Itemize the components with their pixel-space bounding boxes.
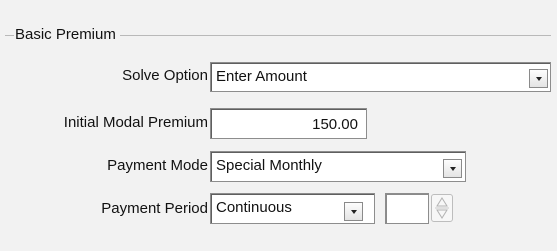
payment-period-select[interactable]: Continuous xyxy=(210,193,375,224)
initial-modal-premium-label: Initial Modal Premium xyxy=(63,114,208,131)
spinner-up-down-icon[interactable] xyxy=(431,194,453,222)
chevron-down-icon[interactable] xyxy=(344,202,363,221)
initial-modal-premium-value: 150.00 xyxy=(312,116,358,133)
solve-option-select[interactable]: Enter Amount xyxy=(210,62,551,92)
payment-mode-label: Payment Mode xyxy=(107,157,208,174)
solve-option-value: Enter Amount xyxy=(216,68,307,85)
payment-mode-value: Special Monthly xyxy=(216,157,322,174)
payment-period-label: Payment Period xyxy=(101,200,208,217)
group-title: Basic Premium xyxy=(14,25,120,45)
solve-option-label: Solve Option xyxy=(122,67,208,84)
chevron-down-icon[interactable] xyxy=(443,159,462,178)
chevron-down-icon[interactable] xyxy=(529,69,548,88)
payment-mode-select[interactable]: Special Monthly xyxy=(210,151,466,182)
payment-period-years-input[interactable] xyxy=(385,193,429,224)
initial-modal-premium-input[interactable]: 150.00 xyxy=(210,108,367,139)
payment-period-value: Continuous xyxy=(216,199,292,216)
